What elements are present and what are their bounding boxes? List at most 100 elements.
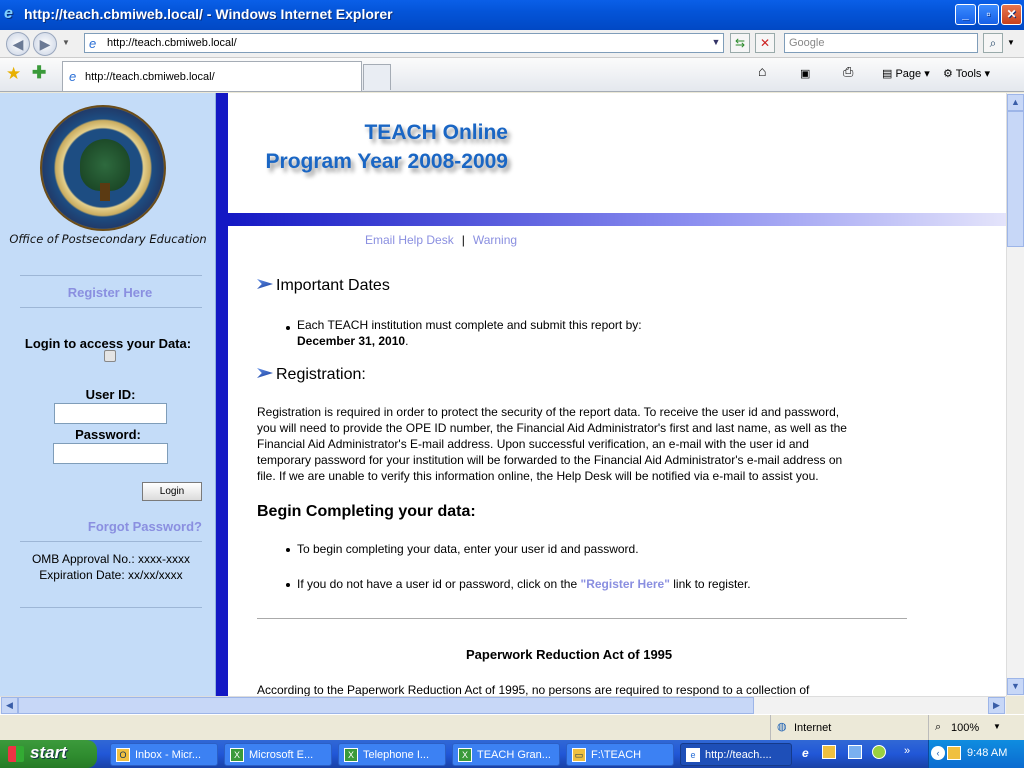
feeds-icon[interactable]: ▣ [800,67,810,80]
search-input[interactable]: Google [784,33,978,53]
address-dropdown-icon[interactable]: ▼ [706,33,726,53]
tab-current[interactable]: e http://teach.cbmiweb.local/ [62,61,362,91]
tray-expand-icon[interactable]: ‹ [931,746,945,760]
print-icon[interactable]: ⎙ [843,64,853,80]
clock[interactable]: 9:48 AM [967,747,1007,759]
bullet-dot [286,326,290,330]
sidebar-divider [20,307,202,308]
close-button[interactable]: ✕ [1001,4,1022,25]
lock-icon [104,350,116,362]
folder-icon: ▭ [572,748,586,762]
minimize-button[interactable]: _ [955,4,976,25]
warning-link[interactable]: Warning [473,233,517,247]
header-gradient-bar [228,213,1006,226]
address-input[interactable]: e http://teach.cbmiweb.local/ [84,33,724,53]
paperwork-act-text: According to the Paperwork Reduction Act… [257,683,810,696]
task-ie[interactable]: e http://teach.... [680,743,792,766]
outlook-icon: O [116,748,130,762]
task-excel[interactable]: X Microsoft E... [224,743,332,766]
registration-line: you will need to provide the OPE ID numb… [257,421,847,435]
quicklaunch-ie-icon[interactable]: e [802,746,809,760]
sidebar-divider [20,607,202,608]
login-button[interactable]: Login [142,482,202,501]
quicklaunch-app-icon[interactable] [872,745,886,759]
excel-icon: X [230,748,244,762]
arrow-bullet-icon [257,368,273,378]
department-seal-logo [40,105,166,231]
forward-button[interactable]: ▶ [33,32,57,56]
sidebar-divider [20,275,202,276]
registration-heading: Registration: [276,366,366,383]
history-dropdown-icon[interactable]: ▼ [62,38,70,47]
task-folder[interactable]: ▭ F:\TEACH [566,743,674,766]
task-teach-grant[interactable]: X TEACH Gran... [452,743,560,766]
registration-line: Registration is required in order to pro… [257,405,840,419]
zoom-dropdown-icon[interactable]: ▼ [993,722,1001,731]
search-button[interactable]: ⌕ [983,33,1003,53]
task-label: F:\TEACH [591,749,642,761]
scroll-down-button[interactable]: ▼ [1007,678,1024,695]
home-icon[interactable]: ⌂ [758,63,766,79]
begin-bullet-2-post: link to register. [669,577,751,591]
sidebar: Office of Postsecondary Education Regist… [0,93,216,696]
user-id-input[interactable] [54,403,167,424]
favorites-star-icon[interactable]: ★ [6,64,21,84]
spreadsheet-icon: X [344,748,358,762]
horizontal-scrollbar[interactable]: ◀ ▶ [0,696,1006,714]
login-heading: Login to access your Data: [24,336,192,351]
tools-menu[interactable]: ⚙ Tools ▾ [943,67,990,80]
taskbar-expand-icon[interactable]: » [904,745,910,757]
page-menu[interactable]: ▤ Page ▾ [882,67,930,80]
page-header: TEACH Online Program Year 2008-2009 [228,93,1006,213]
vertical-scrollbar[interactable]: ▲ ▼ [1006,93,1024,696]
stop-button[interactable]: ✕ [755,33,775,53]
horizontal-scroll-thumb[interactable] [18,697,754,714]
status-bar: ◍ Internet ⌕ 100% ▼ [0,714,1024,741]
task-telephone[interactable]: X Telephone I... [338,743,446,766]
maximize-button[interactable]: ▫ [978,4,999,25]
zoom-level[interactable]: 100% [951,722,979,734]
forgot-password-link[interactable]: Forgot Password? [0,519,202,534]
refresh-button[interactable]: ⇆ [730,33,750,53]
page-title: TEACH Online Program Year 2008-2009 [228,118,508,176]
ie-icon: e [4,5,13,22]
bullet-dot [286,583,290,587]
scroll-right-button[interactable]: ▶ [988,697,1005,714]
new-tab-button[interactable] [363,64,391,90]
tools-menu-label: Tools [955,68,982,80]
deadline-period: . [405,334,409,348]
address-toolbar: ◀ ▶ ▼ e http://teach.cbmiweb.local/ ▼ ⇆ … [0,30,1024,58]
quicklaunch-outlook-icon[interactable] [822,745,836,759]
search-options-icon[interactable]: ▼ [1007,38,1015,47]
registration-paragraph: Registration is required in order to pro… [257,404,847,484]
quicklaunch-desktop-icon[interactable] [848,745,862,759]
deadline-date: December 31, 2010 [297,334,406,348]
omb-info: OMB Approval No.: xxxx-xxxx Expiration D… [0,551,222,583]
vertical-scroll-thumb[interactable] [1007,111,1024,247]
scroll-left-button[interactable]: ◀ [1,697,18,714]
task-outlook[interactable]: O Inbox - Micr... [110,743,218,766]
windows-taskbar: start O Inbox - Micr... X Microsoft E... X… [0,740,1024,768]
registration-line: file. If we are unable to verify this in… [257,469,819,483]
address-text: http://teach.cbmiweb.local/ [107,37,237,49]
add-favorites-icon[interactable]: ✚ [32,63,46,83]
internet-globe-icon: ◍ [777,721,787,733]
registration-line: temporary password for your institution … [257,453,843,467]
registration-line: Financial Aid Administrator's E-mail add… [257,437,809,451]
window-titlebar[interactable]: e http://teach.cbmiweb.local/ - Windows … [0,0,1024,30]
windows-flag-icon [8,746,24,762]
scroll-up-button[interactable]: ▲ [1007,94,1024,111]
register-here-inline-link[interactable]: "Register Here" [581,577,670,591]
ie-icon: e [686,748,700,762]
window-title: http://teach.cbmiweb.local/ - Windows In… [24,6,393,22]
email-help-desk-link[interactable]: Email Help Desk [365,233,454,247]
status-separator [928,715,929,741]
begin-bullet-2: If you do not have a user id or password… [297,576,751,592]
password-input[interactable] [53,443,168,464]
back-button[interactable]: ◀ [6,32,30,56]
tray-outlook-icon[interactable] [947,746,961,760]
start-button[interactable]: start [0,740,97,768]
register-here-link[interactable]: Register Here [0,285,220,300]
zoom-icon[interactable]: ⌕ [935,721,941,734]
task-label: Telephone I... [363,749,430,761]
